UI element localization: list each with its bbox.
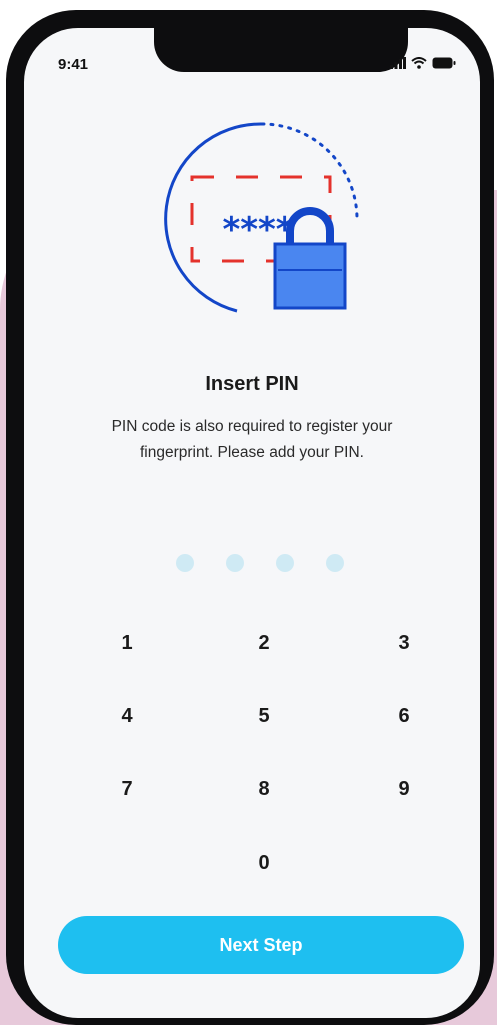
key-7[interactable]: 7 xyxy=(87,764,167,814)
key-5[interactable]: 5 xyxy=(224,691,304,741)
page-title: Insert PIN xyxy=(205,373,299,395)
phone-frame: 9:41 **** Insert PIN PIN code is also re… xyxy=(6,10,494,1025)
pin-lock-illustration: **** xyxy=(162,119,362,334)
pin-indicator xyxy=(176,554,344,572)
key-2[interactable]: 2 xyxy=(224,618,304,668)
next-step-button[interactable]: Next Step xyxy=(58,916,464,974)
key-3[interactable]: 3 xyxy=(364,618,444,668)
signal-icon xyxy=(390,57,406,69)
key-6[interactable]: 6 xyxy=(364,691,444,741)
key-8[interactable]: 8 xyxy=(224,764,304,814)
phone-screen: 9:41 **** Insert PIN PIN code is also re… xyxy=(24,28,480,1018)
pin-dot xyxy=(326,554,344,572)
key-0[interactable]: 0 xyxy=(224,838,304,888)
key-9[interactable]: 9 xyxy=(364,764,444,814)
battery-icon xyxy=(432,57,456,69)
status-icons xyxy=(390,57,456,69)
pin-dot xyxy=(226,554,244,572)
pin-keypad: 1 2 3 4 5 6 7 8 9 0 xyxy=(24,618,480,918)
wifi-icon xyxy=(411,57,427,69)
key-4[interactable]: 4 xyxy=(87,691,167,741)
phone-notch xyxy=(154,28,408,72)
pin-dot xyxy=(176,554,194,572)
status-time: 9:41 xyxy=(58,56,89,73)
pin-dot xyxy=(276,554,294,572)
key-1[interactable]: 1 xyxy=(87,618,167,668)
page-subtitle: PIN code is also required to register yo… xyxy=(111,418,393,461)
